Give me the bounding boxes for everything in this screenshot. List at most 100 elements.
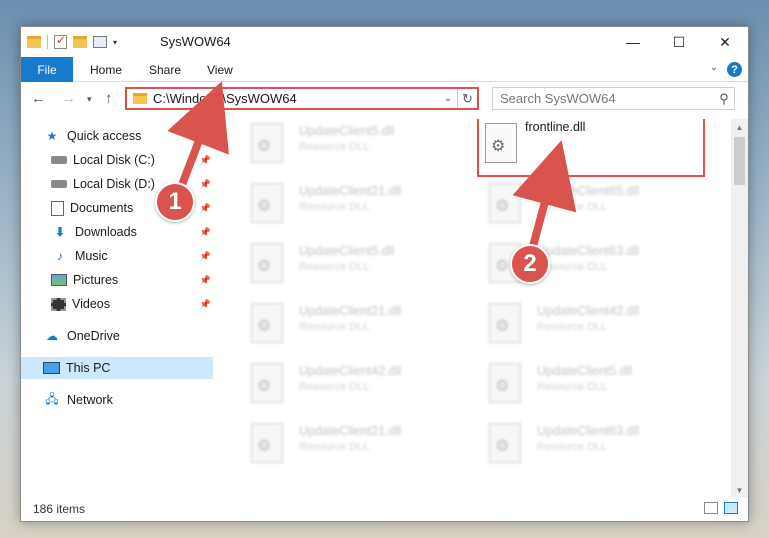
file-type: Resource DLL: [537, 321, 608, 333]
address-bar[interactable]: C:\Windows\SysWOW64 ⌄ ↻: [125, 87, 479, 110]
step-2-callout: 2: [510, 244, 550, 284]
dll-file-icon: [489, 183, 521, 223]
scroll-up-arrow-icon[interactable]: ▲: [731, 119, 748, 136]
computer-icon: [43, 362, 60, 374]
up-arrow-icon[interactable]: ↑: [105, 90, 113, 107]
address-path[interactable]: C:\Windows\SysWOW64: [153, 91, 439, 106]
tab-file[interactable]: File: [21, 57, 73, 82]
sidebar-item-this-pc[interactable]: This PC: [21, 357, 213, 379]
file-name: UpdateClient65.dll: [537, 184, 640, 198]
sidebar-item-onedrive[interactable]: ☁ OneDrive: [43, 325, 213, 347]
file-item[interactable]: UpdateClient42.dll Resource DLL: [479, 299, 709, 349]
scrollbar-thumb[interactable]: [734, 137, 745, 185]
file-type: Resource DLL: [299, 141, 370, 153]
back-arrow-icon[interactable]: ←: [31, 90, 46, 107]
file-item[interactable]: UpdateClient5.dll Resource DLL: [241, 239, 471, 289]
sidebar-item-downloads[interactable]: ⬇ Downloads 📌: [51, 221, 213, 243]
properties-icon[interactable]: [93, 36, 107, 48]
file-item[interactable]: UpdateClient21.dll Resource DLL: [241, 419, 471, 469]
properties-check-icon[interactable]: [54, 33, 67, 49]
file-name: UpdateClient21.dll: [299, 184, 402, 198]
sidebar-item-label: Quick access: [67, 129, 142, 143]
ribbon-tabs: File Home Share View ⌄ ?: [21, 57, 748, 82]
file-item[interactable]: UpdateClient21.dll Resource DLL: [241, 299, 471, 349]
pin-icon: 📌: [199, 250, 211, 261]
file-type: Resource DLL: [537, 201, 608, 213]
tab-home[interactable]: Home: [90, 57, 122, 82]
file-name: UpdateClient5.dll: [299, 244, 395, 258]
file-type: Resource DLL: [537, 441, 608, 453]
vertical-scrollbar[interactable]: ▲ ▼: [731, 119, 748, 499]
dll-file-icon: [489, 303, 521, 343]
forward-arrow-icon[interactable]: →: [61, 90, 76, 107]
sidebar-item-label: Videos: [72, 297, 110, 311]
drive-icon: [51, 180, 67, 188]
file-item[interactable]: UpdateClient5.dll Resource DLL: [241, 119, 471, 169]
window-title: SysWOW64: [160, 34, 231, 49]
pin-icon: 📌: [199, 274, 211, 285]
pin-icon: 📌: [199, 154, 211, 165]
folder-icon: [133, 93, 147, 104]
file-type: Resource DLL: [299, 261, 370, 273]
minimize-button[interactable]: —: [610, 27, 656, 57]
sidebar-item-label: OneDrive: [67, 329, 120, 343]
tab-share[interactable]: Share: [149, 57, 181, 82]
file-item[interactable]: UpdateClient42.dll Resource DLL: [241, 359, 471, 409]
dll-file-icon: [485, 123, 517, 163]
file-item-frontline-dll[interactable]: frontline.dll: [477, 119, 705, 177]
address-history-chevron-icon[interactable]: ⌄: [439, 93, 457, 104]
network-icon: 🖧: [45, 391, 59, 406]
file-list: UpdateClient5.dll Resource DLL UpdateCli…: [229, 119, 729, 499]
drive-icon: [51, 156, 67, 164]
documents-icon: [51, 200, 64, 216]
star-icon: ★: [46, 129, 58, 143]
sidebar-item-quick-access[interactable]: ★ Quick access: [43, 125, 235, 147]
details-view-icon[interactable]: [704, 502, 718, 514]
close-button[interactable]: ✕: [702, 27, 748, 57]
item-count: 186 items: [33, 502, 86, 516]
file-item[interactable]: UpdateClient63.dll Resource DLL: [479, 419, 709, 469]
dll-file-icon: [251, 183, 283, 223]
recent-locations-chevron-icon[interactable]: ▾: [87, 94, 92, 105]
pin-icon: 📌: [199, 298, 211, 309]
sidebar-item-label: Music: [75, 249, 108, 263]
sidebar-item-pictures[interactable]: Pictures 📌: [51, 269, 213, 291]
title-bar: ▾ SysWOW64 — ☐ ✕: [21, 27, 748, 57]
sidebar-item-music[interactable]: ♪ Music 📌: [51, 245, 213, 267]
sidebar-item-videos[interactable]: Videos 📌: [51, 293, 213, 315]
sidebar-item-label: Local Disk (C:): [73, 153, 155, 167]
dll-file-icon: [251, 123, 283, 163]
file-type: Resource DLL: [299, 201, 370, 213]
file-name: UpdateClient21.dll: [299, 424, 402, 438]
file-type: Resource DLL: [299, 441, 370, 453]
file-name: UpdateClient63.dll: [537, 244, 640, 258]
customize-toolbar-chevron-icon[interactable]: ▾: [113, 38, 117, 47]
file-type: Resource DLL: [299, 321, 370, 333]
music-icon: ♪: [57, 249, 63, 263]
search-input[interactable]: Search SysWOW64 ⚲: [492, 87, 735, 110]
file-item[interactable]: UpdateClient5.dll Resource DLL: [479, 359, 709, 409]
downloads-icon: ⬇: [54, 225, 66, 239]
sidebar-item-label: Pictures: [73, 273, 119, 287]
navigation-pane: ★ Quick access Local Disk (C:) 📌 Local D…: [21, 119, 213, 499]
maximize-button[interactable]: ☐: [656, 27, 702, 57]
new-folder-icon[interactable]: [73, 36, 87, 48]
expand-ribbon-chevron-icon[interactable]: ⌄: [710, 62, 718, 73]
search-placeholder[interactable]: Search SysWOW64: [500, 91, 714, 106]
file-name: UpdateClient42.dll: [537, 304, 640, 318]
file-type: Resource DLL: [299, 381, 370, 393]
file-item[interactable]: UpdateClient21.dll Resource DLL: [241, 179, 471, 229]
sidebar-item-local-disk-c[interactable]: Local Disk (C:) 📌: [51, 149, 213, 171]
sidebar-item-network[interactable]: 🖧 Network: [43, 389, 213, 411]
status-bar: 186 items: [21, 497, 748, 521]
tab-view[interactable]: View: [207, 57, 233, 82]
help-icon[interactable]: ?: [727, 62, 742, 77]
sidebar-item-label: Documents: [70, 201, 134, 215]
file-name: UpdateClient21.dll: [299, 304, 402, 318]
refresh-icon[interactable]: ↻: [457, 89, 477, 108]
search-icon[interactable]: ⚲: [714, 91, 734, 107]
large-icons-view-icon[interactable]: [724, 502, 738, 514]
dll-file-icon: [489, 363, 521, 403]
sidebar-item-label: This PC: [66, 361, 111, 375]
file-item[interactable]: UpdateClient65.dll Resource DLL: [479, 179, 709, 229]
